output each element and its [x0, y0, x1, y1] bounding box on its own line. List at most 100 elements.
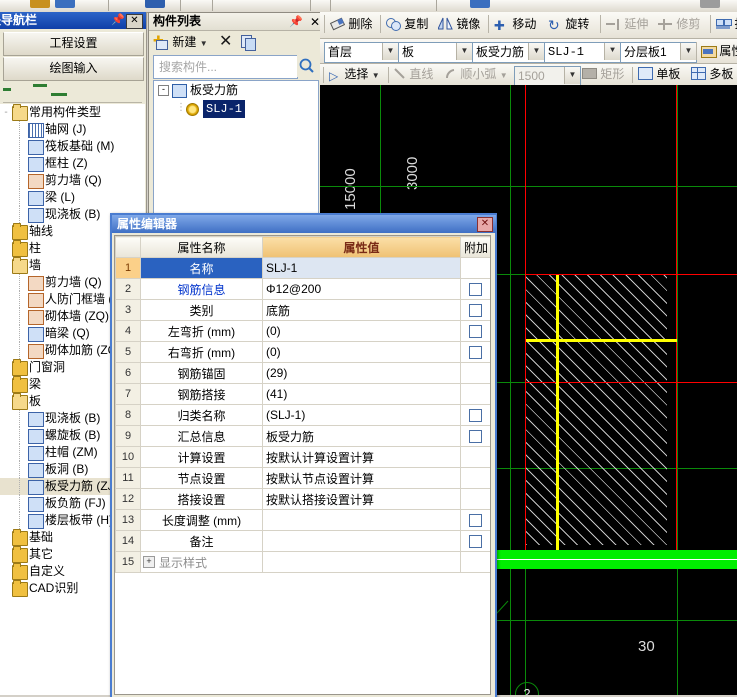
component-select[interactable]: SLJ-1 ▼: [544, 42, 621, 63]
delete-button[interactable]: 删除: [329, 14, 372, 35]
attach-checkbox[interactable]: [469, 324, 482, 338]
layer-select[interactable]: 分层板1 ▼: [620, 42, 697, 63]
trim-button[interactable]: 修剪: [658, 14, 700, 35]
expander-toggle[interactable]: -: [158, 85, 169, 96]
property-value-cell[interactable]: 按默认计算设置计算: [262, 446, 461, 468]
property-value-cell[interactable]: (29): [262, 362, 461, 384]
chevron-down-icon[interactable]: ▼: [382, 43, 398, 60]
tree-item-component[interactable]: 框柱 (Z): [0, 155, 145, 172]
attach-checkbox[interactable]: [469, 534, 482, 548]
property-value-cell[interactable]: [262, 551, 461, 573]
copy-button[interactable]: 复制: [386, 14, 428, 35]
property-row[interactable]: 10 计算设置 按默认计算设置计算: [115, 446, 490, 468]
property-button[interactable]: 属性 ▼: [701, 41, 737, 62]
tree-item-label: 墙: [29, 258, 42, 272]
close-icon[interactable]: ✕: [310, 14, 320, 31]
property-row[interactable]: 9 汇总信息 板受力筋: [115, 425, 490, 447]
chevron-down-icon[interactable]: ▼: [528, 43, 544, 60]
tree-item-component[interactable]: 筏板基础 (M): [0, 138, 145, 155]
tree-item-component[interactable]: 轴网 (J): [0, 121, 145, 138]
extend-button[interactable]: 延伸: [606, 14, 648, 35]
tree-item-folder[interactable]: - 常用构件类型: [0, 104, 145, 121]
pin-icon[interactable]: 📌: [289, 14, 303, 31]
property-value-cell[interactable]: [262, 509, 461, 531]
attach-checkbox[interactable]: [469, 408, 482, 422]
property-row[interactable]: 6 钢筋锚固 (29): [115, 362, 490, 384]
property-row[interactable]: 2 钢筋信息 Φ12@200: [115, 278, 490, 300]
project-settings-button[interactable]: 工程设置: [3, 32, 144, 56]
chevron-down-icon[interactable]: ▼: [680, 43, 696, 60]
tree-item-component[interactable]: 剪力墙 (Q): [0, 172, 145, 189]
component-tree-root[interactable]: - 板受力筋: [154, 81, 318, 99]
close-icon[interactable]: ✕: [126, 14, 143, 29]
property-row[interactable]: 15 + 显示样式: [115, 551, 490, 573]
expander-toggle[interactable]: -: [0, 104, 12, 121]
search-input[interactable]: [154, 56, 294, 78]
arc-tool-label: 顺小弧: [460, 67, 497, 81]
search-component-field[interactable]: [153, 55, 298, 79]
property-row[interactable]: 13 长度调整 (mm): [115, 509, 490, 531]
attach-checkbox[interactable]: [469, 513, 482, 527]
pin-icon[interactable]: 📌: [111, 14, 125, 27]
toolbar-icon-d[interactable]: [470, 0, 490, 8]
property-row[interactable]: 3 类别 底筋: [115, 299, 490, 321]
toolbar-icon-b[interactable]: [55, 0, 75, 8]
toolbar-icon-e[interactable]: [700, 0, 720, 8]
drawing-input-button[interactable]: 绘图输入: [3, 57, 144, 81]
tree-item-component[interactable]: 梁 (L): [0, 189, 145, 206]
close-icon[interactable]: ✕: [477, 217, 493, 232]
property-value-cell[interactable]: 底筋: [262, 299, 461, 321]
attach-checkbox[interactable]: [469, 345, 482, 359]
toolbar-icon-a[interactable]: [30, 0, 50, 8]
property-row[interactable]: 1 名称 SLJ-1: [115, 257, 490, 279]
arc-radius-input[interactable]: 1500 ▼: [514, 66, 581, 87]
search-icon[interactable]: [297, 55, 317, 77]
property-row[interactable]: 8 归类名称 (SLJ-1): [115, 404, 490, 426]
rect-tool-button[interactable]: 矩形: [582, 65, 624, 83]
dialog-titlebar[interactable]: 属性编辑器 ✕: [112, 215, 496, 233]
break-button[interactable]: 打: [716, 14, 737, 35]
property-value-cell[interactable]: Φ12@200: [262, 278, 461, 300]
new-component-button[interactable]: ✚ 新建 ▼: [153, 33, 208, 51]
property-value-cell[interactable]: [262, 530, 461, 552]
property-value-cell[interactable]: (SLJ-1): [262, 404, 461, 426]
property-value-cell[interactable]: SLJ-1: [262, 257, 461, 279]
property-row[interactable]: 12 搭接设置 按默认搭接设置计算: [115, 488, 490, 510]
expander-toggle[interactable]: +: [143, 556, 155, 568]
component-tree-item[interactable]: ⋮ SLJ-1: [154, 99, 318, 118]
component-type-select[interactable]: 板受力筋 ▼: [472, 42, 545, 63]
delete-x-icon[interactable]: ✕: [219, 33, 232, 51]
attach-checkbox[interactable]: [469, 303, 482, 317]
property-value-cell[interactable]: (0): [262, 341, 461, 363]
chevron-down-icon[interactable]: ▼: [456, 43, 472, 60]
property-row[interactable]: 4 左弯折 (mm) (0): [115, 320, 490, 342]
property-value-cell[interactable]: 按默认节点设置计算: [262, 467, 461, 489]
chevron-down-icon[interactable]: ▼: [604, 43, 620, 60]
component-tree[interactable]: - 板受力筋 ⋮ SLJ-1: [153, 80, 319, 215]
property-row[interactable]: 5 右弯折 (mm) (0): [115, 341, 490, 363]
copy-icon[interactable]: [241, 33, 256, 51]
select-tool-button[interactable]: ▷ 选择 ▼: [329, 65, 380, 83]
property-row[interactable]: 14 备注: [115, 530, 490, 552]
property-value-cell[interactable]: (0): [262, 320, 461, 342]
property-value-cell[interactable]: 按默认搭接设置计算: [262, 488, 461, 510]
move-button[interactable]: ✚ 移动: [494, 14, 536, 35]
property-row[interactable]: 7 钢筋搭接 (41): [115, 383, 490, 405]
mirror-button[interactable]: 镜像: [437, 14, 480, 35]
arc-tool-button[interactable]: 顺小弧 ▼: [445, 65, 508, 83]
property-row[interactable]: 11 节点设置 按默认节点设置计算: [115, 467, 490, 489]
rotate-button[interactable]: ↻ 旋转: [548, 14, 589, 35]
category-select[interactable]: 板 ▼: [398, 42, 473, 63]
toolbar-icon-c[interactable]: [145, 0, 165, 8]
attach-checkbox[interactable]: [469, 282, 482, 296]
single-slab-button[interactable]: 单板: [638, 65, 680, 83]
floor-select[interactable]: 首层 ▼: [324, 42, 399, 63]
property-value-cell[interactable]: 板受力筋: [262, 425, 461, 447]
component-panel-title: 构件列表: [153, 14, 202, 28]
line-tool-button[interactable]: 直线: [394, 65, 433, 83]
multi-slab-button[interactable]: 多板: [691, 65, 733, 83]
property-value-cell[interactable]: (41): [262, 383, 461, 405]
property-table-container[interactable]: 属性名称 属性值 附加 1 名称 SLJ-1 2 钢筋信息 Φ12@200 3 类别 底筋 4 左弯…: [114, 235, 491, 695]
attach-checkbox[interactable]: [469, 429, 482, 443]
chevron-down-icon[interactable]: ▼: [564, 67, 580, 84]
